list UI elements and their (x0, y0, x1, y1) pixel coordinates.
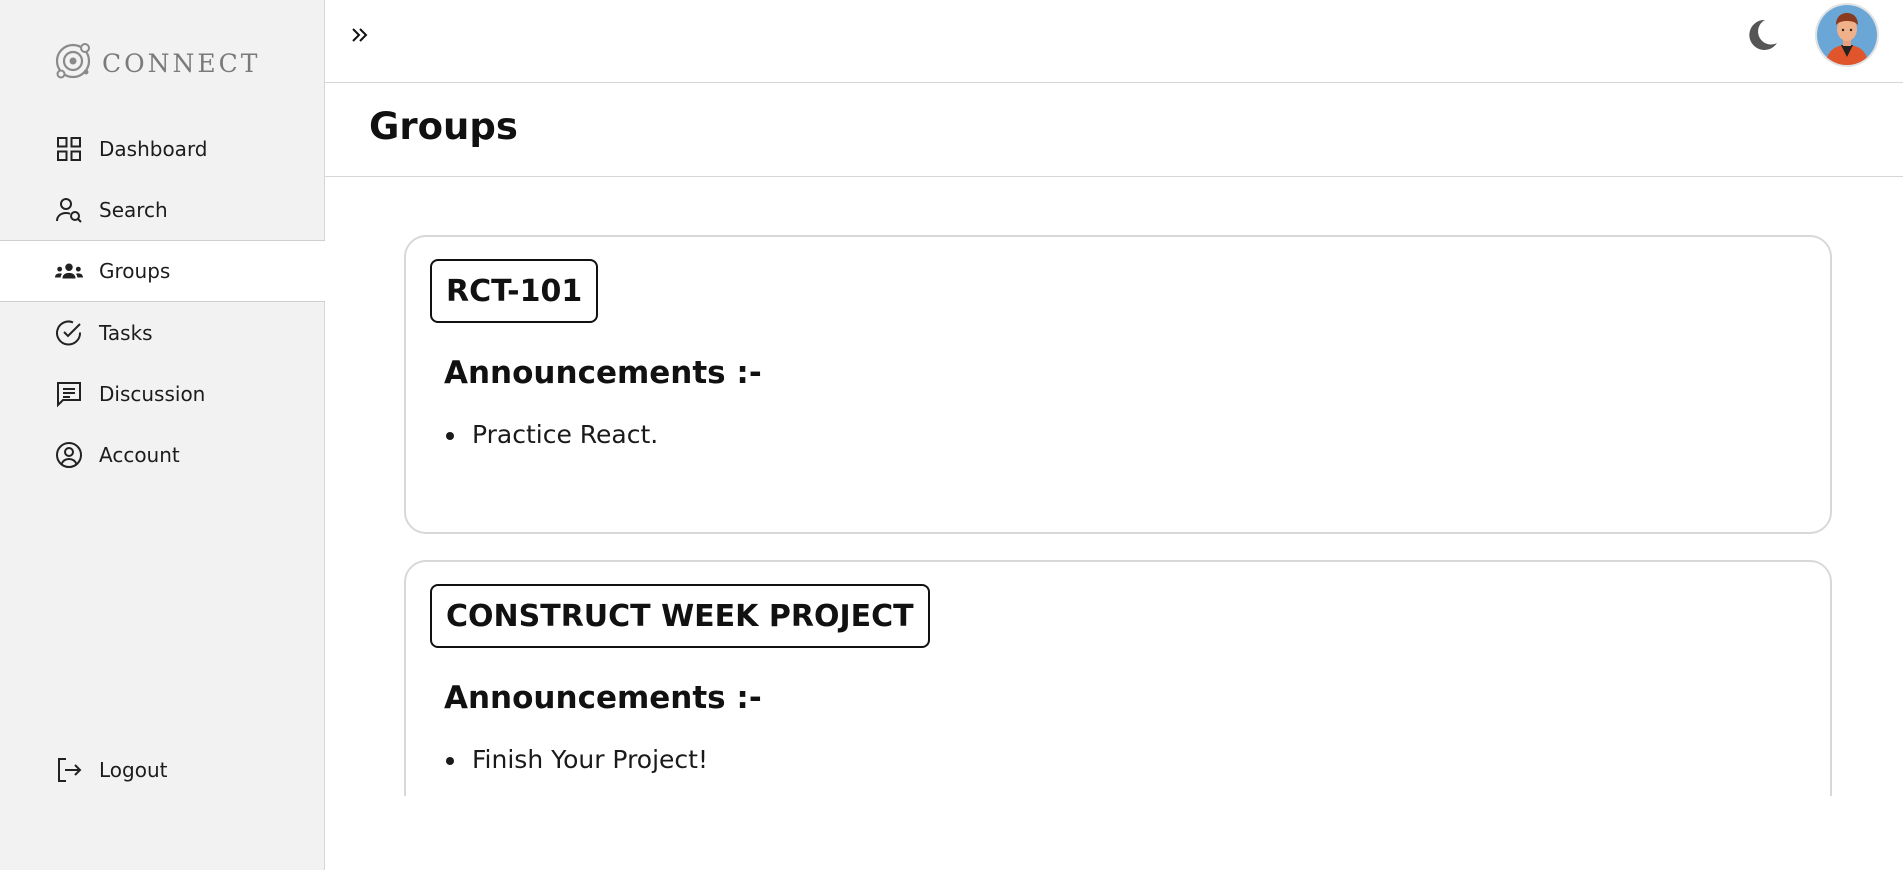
moon-icon (1741, 19, 1781, 60)
top-bar (325, 0, 1903, 83)
logout-section: Logout (0, 739, 325, 800)
page-title: Groups (369, 105, 518, 148)
group-name-tag[interactable]: RCT-101 (430, 259, 599, 323)
group-name-tag[interactable]: CONSTRUCT WEEK PROJECT (430, 584, 930, 648)
announcement-list: Practice React. (468, 420, 658, 449)
chevrons-right-icon (349, 24, 371, 50)
check-circle-icon (55, 319, 83, 347)
page-header: Groups (325, 83, 1903, 177)
groups-content: RCT-101 Announcements :- Practice React.… (325, 178, 1903, 796)
sidebar-item-label: Account (99, 442, 180, 467)
expand-sidebar-button[interactable] (345, 22, 375, 52)
message-square-icon (55, 380, 83, 408)
sidebar-item-discussion[interactable]: Discussion (0, 363, 325, 424)
logout-button[interactable]: Logout (0, 739, 325, 800)
user-search-icon (55, 196, 83, 224)
sidebar-item-search[interactable]: Search (0, 179, 325, 240)
announcements-heading: Announcements :- (444, 680, 762, 716)
group-card: CONSTRUCT WEEK PROJECT Announcements :- … (404, 560, 1832, 796)
brand-name: CONNECT (102, 48, 261, 78)
announcements-heading: Announcements :- (444, 355, 762, 391)
group-card: RCT-101 Announcements :- Practice React. (404, 235, 1832, 534)
sidebar-item-dashboard[interactable]: Dashboard (0, 118, 325, 179)
announcement-item: Practice React. (468, 420, 658, 449)
avatar[interactable] (1815, 3, 1879, 67)
user-circle-icon (55, 441, 83, 469)
logout-icon (55, 756, 83, 784)
sidebar-item-label: Discussion (99, 381, 206, 406)
brand-logo[interactable]: CONNECT (50, 38, 260, 88)
announcement-item: Finish Your Project! (468, 745, 708, 774)
sidebar-item-label: Groups (99, 259, 171, 283)
sidebar-nav: Dashboard Search Groups Tasks Discussion… (0, 118, 325, 485)
grid-icon (55, 135, 83, 163)
sidebar-item-label: Tasks (99, 320, 153, 345)
sidebar: CONNECT Dashboard Search Groups Tasks Di… (0, 0, 325, 870)
theme-toggle-button[interactable] (1741, 16, 1781, 56)
sidebar-item-tasks[interactable]: Tasks (0, 302, 325, 363)
logout-label: Logout (99, 757, 168, 782)
sidebar-item-label: Dashboard (99, 136, 208, 161)
sidebar-item-groups[interactable]: Groups (0, 240, 325, 302)
logo-icon (50, 38, 96, 88)
announcement-list: Finish Your Project! (468, 745, 708, 774)
sidebar-item-account[interactable]: Account (0, 424, 325, 485)
users-group-icon (55, 257, 83, 285)
sidebar-item-label: Search (99, 197, 168, 222)
